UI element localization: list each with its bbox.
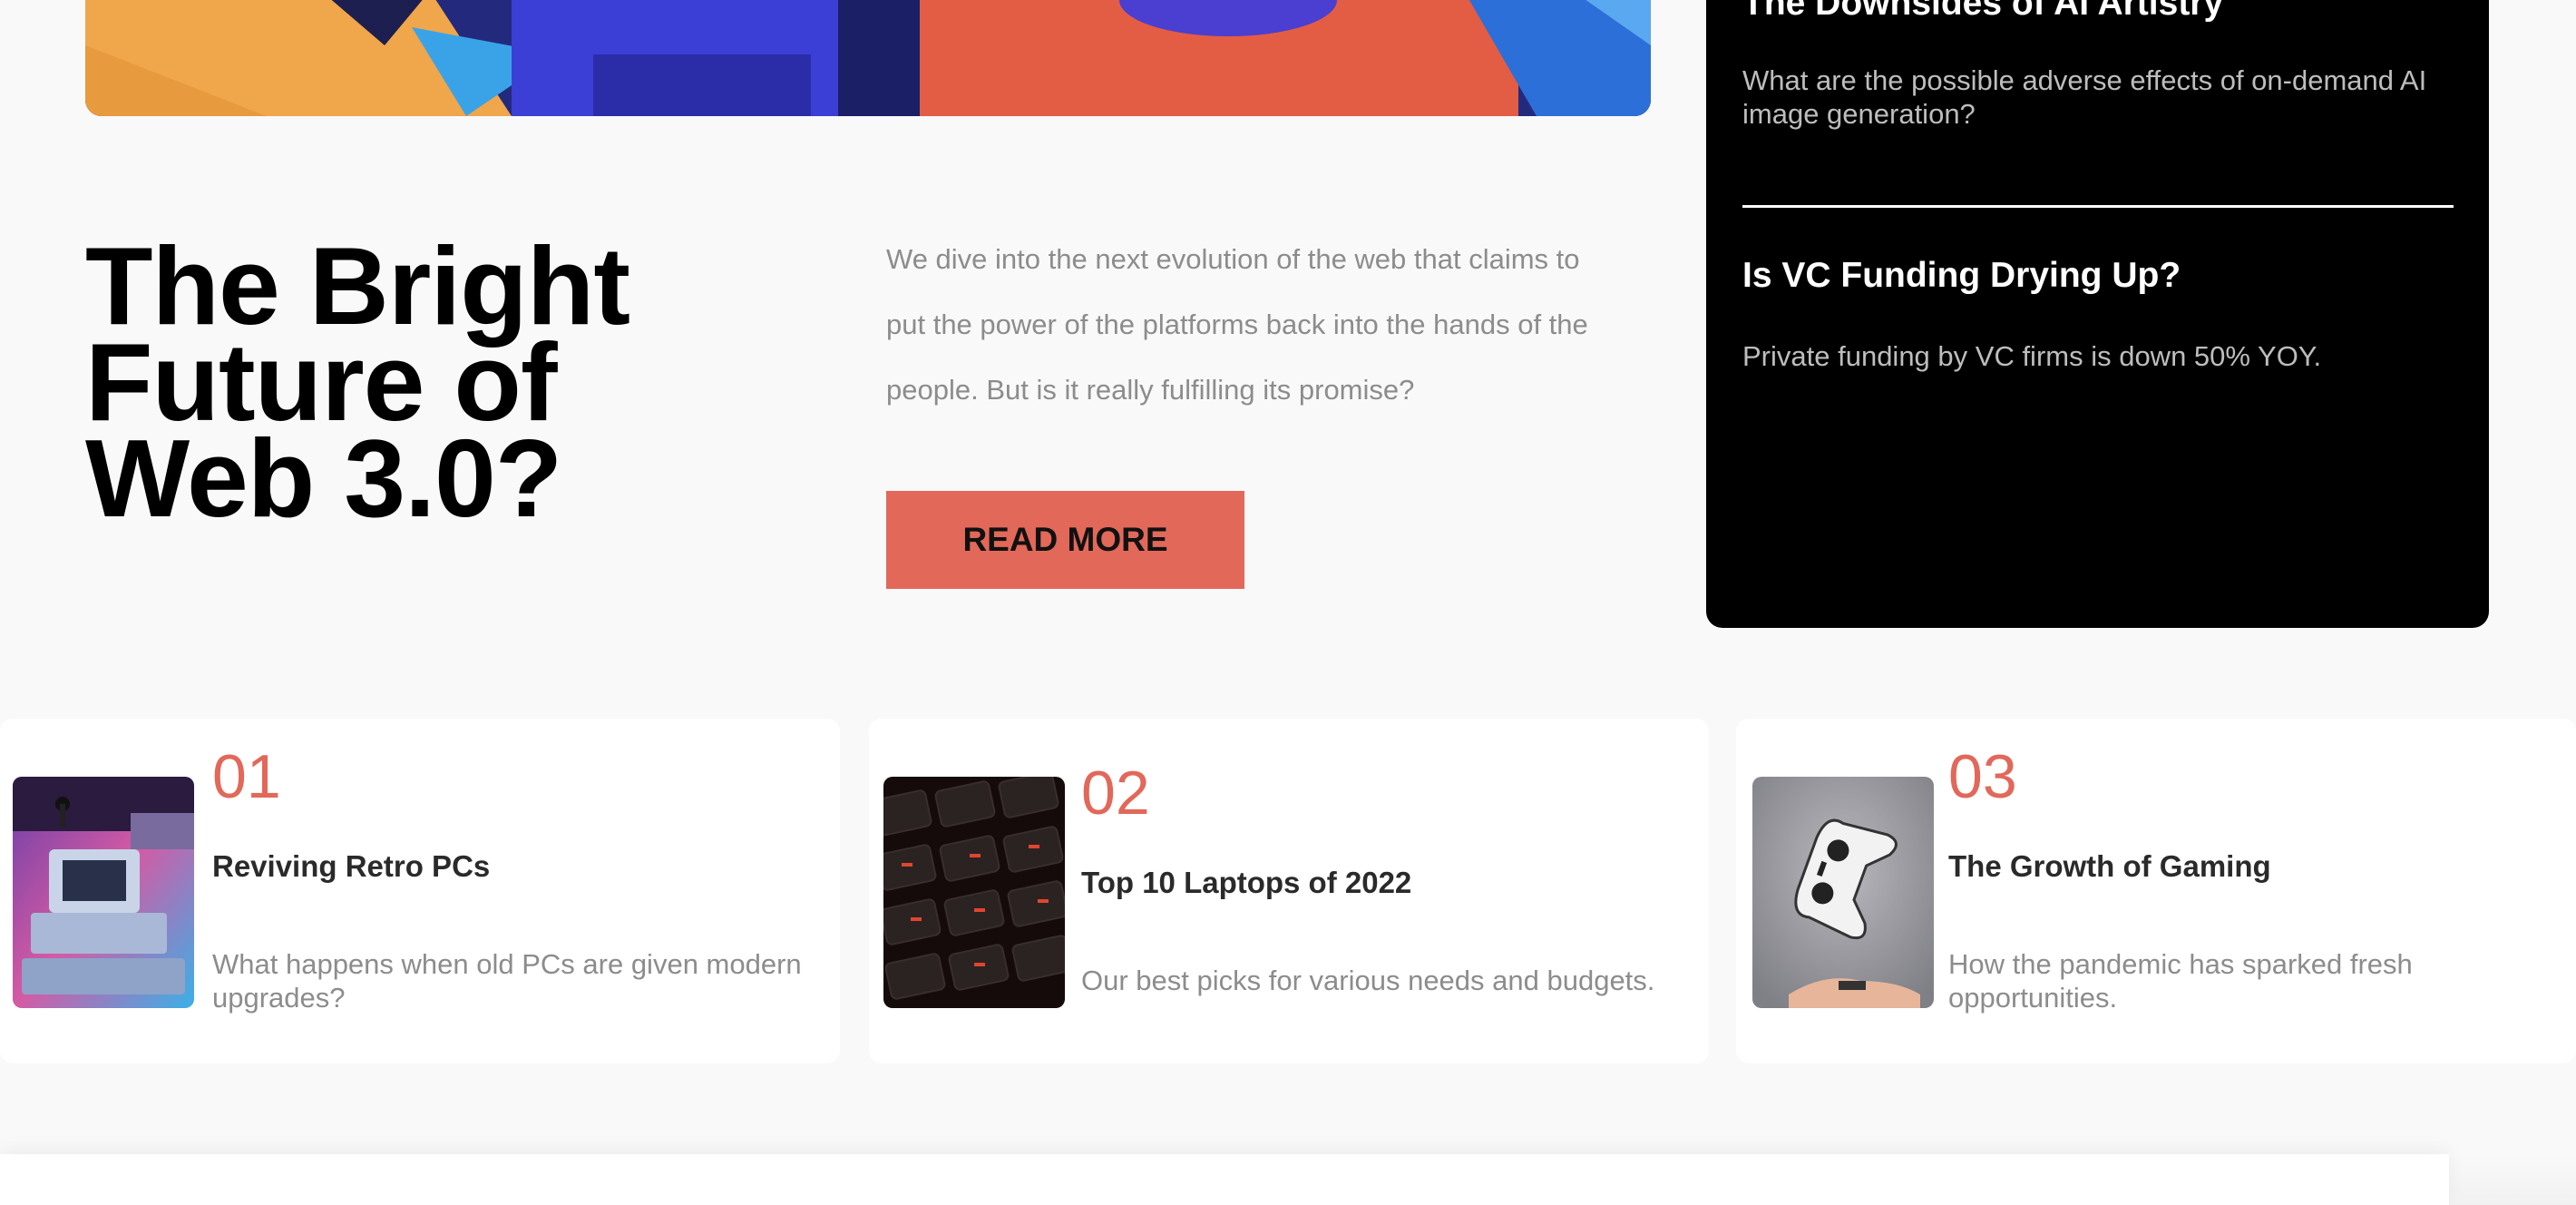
hero-description: We dive into the next evolution of the w… [886, 243, 1588, 406]
sidebar-item-title[interactable]: The Downsides of AI Artistry [1742, 0, 2223, 24]
footer-strip [0, 1154, 2576, 1205]
card-description: Our best picks for various needs and bud… [1081, 965, 1655, 996]
card-title[interactable]: Reviving Retro PCs [212, 849, 490, 884]
sidebar-panel: The Downsides of AI Artistry What are th… [1706, 0, 2489, 628]
sidebar-item-description: Private funding by VC firms is down 50% … [1742, 340, 2322, 372]
article-card[interactable]: 03 The Growth of Gaming How the pandemic… [1736, 719, 2576, 1063]
card-description: How the pandemic has sparked fresh oppor… [1948, 948, 2413, 1014]
game-controller-image[interactable] [1752, 777, 1934, 1008]
card-description: What happens when old PCs are given mode… [212, 948, 802, 1014]
page-title: The Bright Future of Web 3.0? [85, 224, 630, 540]
retro-pc-image[interactable] [13, 777, 194, 1008]
card-number: 01 [212, 742, 281, 811]
laptop-keyboard-image[interactable] [883, 777, 1065, 1008]
read-more-button[interactable]: READ MORE [886, 491, 1244, 589]
hero-image[interactable] [85, 0, 1651, 116]
sidebar-item-title[interactable]: Is VC Funding Drying Up? [1742, 256, 2181, 296]
footer-panel [0, 1154, 2449, 1205]
article-card[interactable]: 02 Top 10 Laptops of 2022 Our best picks… [869, 719, 1709, 1063]
abstract-shapes-illustration [85, 0, 1651, 116]
card-number: 02 [1081, 759, 1150, 828]
card-title[interactable]: Top 10 Laptops of 2022 [1081, 866, 1411, 900]
article-card[interactable]: 01 Reviving Retro PCs What happens when … [0, 719, 840, 1063]
sidebar-divider [1742, 205, 2454, 208]
card-title[interactable]: The Growth of Gaming [1948, 849, 2271, 884]
sidebar-item-description: What are the possible adverse effects of… [1742, 64, 2427, 130]
card-number: 03 [1948, 742, 2017, 811]
